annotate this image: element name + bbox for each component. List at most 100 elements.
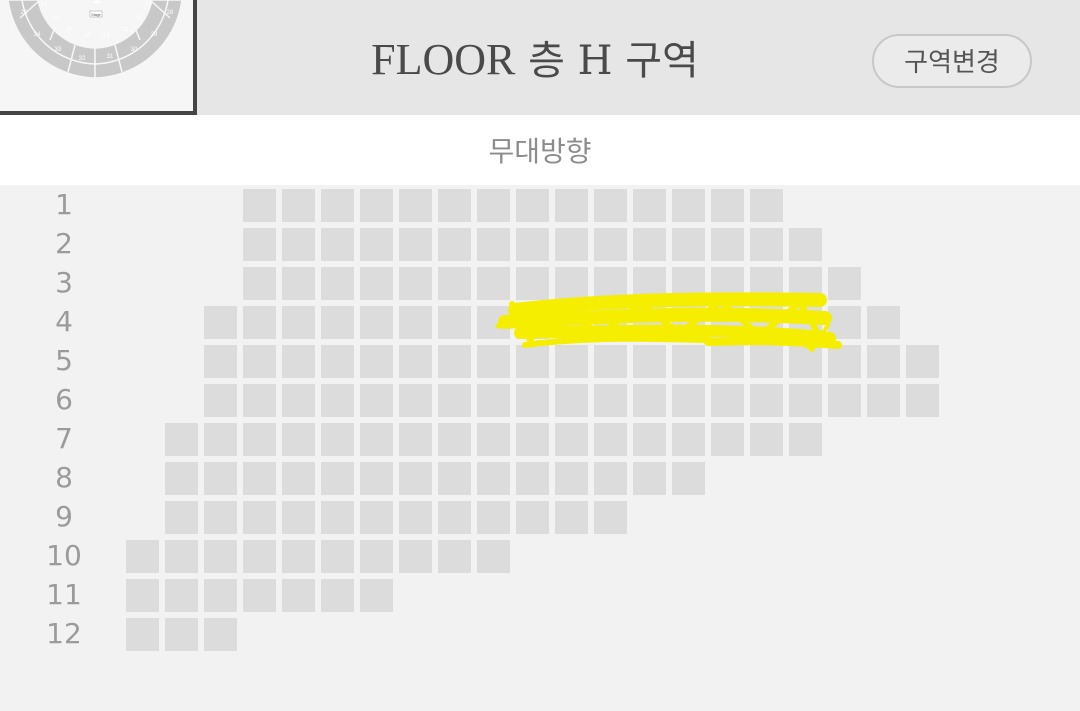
- seat[interactable]: [126, 540, 159, 573]
- seat[interactable]: [594, 189, 627, 222]
- venue-minimap[interactable]: 17 25 16 34 15 33 14 32 13 31 12 30 11 29 10 28 Stage: [0, 0, 197, 115]
- seat[interactable]: [906, 345, 939, 378]
- seat[interactable]: [789, 228, 822, 261]
- seat[interactable]: [516, 423, 549, 456]
- seat[interactable]: [282, 267, 315, 300]
- seat[interactable]: [672, 423, 705, 456]
- seat[interactable]: [594, 267, 627, 300]
- change-section-button[interactable]: 구역변경: [872, 34, 1032, 88]
- seat[interactable]: [438, 462, 471, 495]
- seat[interactable]: [750, 189, 783, 222]
- seat[interactable]: [282, 384, 315, 417]
- seat[interactable]: [516, 384, 549, 417]
- seat[interactable]: [672, 306, 705, 339]
- seat[interactable]: [477, 540, 510, 573]
- seat[interactable]: [360, 579, 393, 612]
- seat[interactable]: [399, 189, 432, 222]
- seat[interactable]: [516, 462, 549, 495]
- seat[interactable]: [555, 384, 588, 417]
- seat[interactable]: [750, 345, 783, 378]
- seat[interactable]: [321, 384, 354, 417]
- seat[interactable]: [360, 267, 393, 300]
- seat[interactable]: [711, 189, 744, 222]
- seat[interactable]: [555, 228, 588, 261]
- seat[interactable]: [789, 306, 822, 339]
- seat[interactable]: [516, 501, 549, 534]
- seat[interactable]: [633, 384, 666, 417]
- seat[interactable]: [165, 501, 198, 534]
- seat[interactable]: [750, 384, 783, 417]
- seat[interactable]: [438, 267, 471, 300]
- seat[interactable]: [360, 345, 393, 378]
- seat[interactable]: [633, 228, 666, 261]
- seat[interactable]: [243, 306, 276, 339]
- seat[interactable]: [321, 423, 354, 456]
- seat[interactable]: [867, 306, 900, 339]
- seat[interactable]: [204, 540, 237, 573]
- seat[interactable]: [555, 462, 588, 495]
- seat[interactable]: [204, 345, 237, 378]
- seat[interactable]: [165, 423, 198, 456]
- seat[interactable]: [243, 267, 276, 300]
- seat[interactable]: [399, 540, 432, 573]
- seat[interactable]: [594, 501, 627, 534]
- seat[interactable]: [243, 228, 276, 261]
- seat[interactable]: [399, 228, 432, 261]
- seat[interactable]: [360, 423, 393, 456]
- seat[interactable]: [867, 384, 900, 417]
- seat[interactable]: [711, 423, 744, 456]
- seat[interactable]: [750, 267, 783, 300]
- seat[interactable]: [867, 345, 900, 378]
- seat[interactable]: [789, 384, 822, 417]
- seat[interactable]: [477, 189, 510, 222]
- seat[interactable]: [204, 423, 237, 456]
- seat[interactable]: [321, 306, 354, 339]
- seat[interactable]: [360, 306, 393, 339]
- seat[interactable]: [321, 579, 354, 612]
- seat[interactable]: [594, 384, 627, 417]
- seat[interactable]: [555, 189, 588, 222]
- seat[interactable]: [204, 579, 237, 612]
- seat[interactable]: [165, 540, 198, 573]
- seat[interactable]: [711, 228, 744, 261]
- seat[interactable]: [633, 345, 666, 378]
- seat[interactable]: [672, 189, 705, 222]
- seat[interactable]: [243, 501, 276, 534]
- seat[interactable]: [555, 306, 588, 339]
- seat[interactable]: [555, 423, 588, 456]
- seat[interactable]: [789, 423, 822, 456]
- seat[interactable]: [243, 189, 276, 222]
- seat[interactable]: [282, 462, 315, 495]
- seat[interactable]: [204, 306, 237, 339]
- seat[interactable]: [633, 423, 666, 456]
- seat[interactable]: [360, 228, 393, 261]
- seat[interactable]: [165, 618, 198, 651]
- seat[interactable]: [516, 267, 549, 300]
- seat[interactable]: [204, 618, 237, 651]
- seat[interactable]: [360, 501, 393, 534]
- seat[interactable]: [672, 228, 705, 261]
- seat[interactable]: [828, 267, 861, 300]
- seat[interactable]: [321, 501, 354, 534]
- seat[interactable]: [399, 462, 432, 495]
- seat[interactable]: [438, 228, 471, 261]
- seat[interactable]: [399, 423, 432, 456]
- seat[interactable]: [477, 423, 510, 456]
- seat[interactable]: [165, 579, 198, 612]
- seat[interactable]: [633, 267, 666, 300]
- seat[interactable]: [555, 267, 588, 300]
- seat[interactable]: [321, 267, 354, 300]
- seat[interactable]: [594, 306, 627, 339]
- seat[interactable]: [594, 423, 627, 456]
- seat[interactable]: [711, 384, 744, 417]
- seat[interactable]: [282, 579, 315, 612]
- seat[interactable]: [438, 345, 471, 378]
- seat[interactable]: [828, 306, 861, 339]
- seat[interactable]: [477, 345, 510, 378]
- seat[interactable]: [711, 267, 744, 300]
- seat[interactable]: [672, 462, 705, 495]
- seat[interactable]: [672, 345, 705, 378]
- seat[interactable]: [789, 345, 822, 378]
- seat[interactable]: [360, 189, 393, 222]
- seat[interactable]: [672, 267, 705, 300]
